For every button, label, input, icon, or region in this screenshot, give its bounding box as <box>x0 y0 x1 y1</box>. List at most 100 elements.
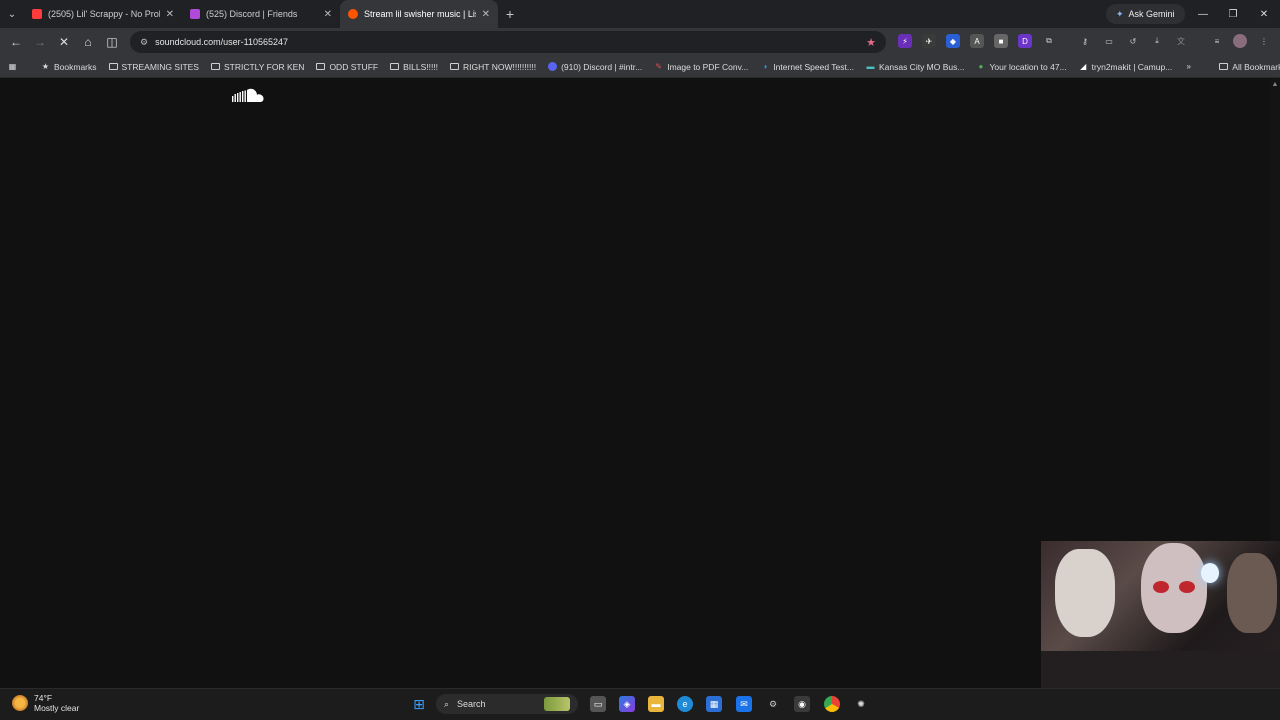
bookmark-folder[interactable]: BILLS!!!!! <box>384 62 444 72</box>
mail-icon[interactable]: ✉ <box>736 696 752 712</box>
microsoft-store-icon[interactable]: ▦ <box>706 696 722 712</box>
site-info-icon[interactable]: ⚙ <box>140 37 148 48</box>
person-figure <box>1227 553 1277 633</box>
bookmark-item[interactable]: ◑ Internet Speed Test... <box>754 62 860 72</box>
pdf-icon: ✎ <box>655 62 663 71</box>
close-tab-icon[interactable]: ✕ <box>324 9 332 20</box>
new-tab-plus-icon[interactable]: + <box>498 6 522 22</box>
bookmark-folder[interactable]: STRICTLY FOR KEN <box>205 62 310 72</box>
bookmark-label: Internet Speed Test... <box>773 61 854 72</box>
close-window-icon[interactable]: ✕ <box>1249 0 1279 28</box>
bookmark-item[interactable]: (910) Discord | #intr... <box>542 62 648 72</box>
extension-icon[interactable]: A <box>970 34 984 48</box>
extension-icon[interactable]: ✈ <box>922 34 936 48</box>
bookmark-item[interactable]: ● Your location to 47... <box>970 62 1072 72</box>
youtube-icon <box>32 9 42 19</box>
bookmark-label: STRICTLY FOR KEN <box>223 61 305 72</box>
bookmark-item[interactable]: ◢ tryn2makit | Camup... <box>1073 62 1179 72</box>
bus-icon: ▬ <box>866 62 875 71</box>
extension-icon[interactable]: ◆ <box>946 34 960 48</box>
taskbar-search-label: Search <box>457 699 486 709</box>
extension-icon[interactable]: D <box>1018 34 1032 48</box>
bookmark-star-icon[interactable]: ★ <box>866 36 876 49</box>
soundcloud-logo-icon <box>232 88 264 102</box>
bookmark-label: Bookmarks <box>54 61 97 72</box>
bookmarks-overflow-chevron-icon[interactable]: » <box>1178 62 1213 71</box>
folder-icon <box>210 63 220 70</box>
soundcloud-favicon-icon <box>348 9 358 19</box>
translate-icon[interactable]: 文 <box>1174 34 1188 48</box>
windows-start-icon[interactable]: ⊞ <box>411 696 427 712</box>
scroll-up-icon[interactable]: ▲ <box>1270 81 1280 88</box>
tab-strip: ⌄ (2505) Lil' Scrappy - No Problem ✕ (52… <box>0 0 1280 28</box>
history-icon[interactable]: ↺ <box>1126 34 1140 48</box>
bookmark-folder[interactable]: ODD STUFF <box>310 62 384 72</box>
extension-icon[interactable]: ⚡ <box>898 34 912 48</box>
discord-icon <box>190 9 200 19</box>
profile-avatar[interactable] <box>1233 34 1247 48</box>
split-view-icon[interactable]: ◫ <box>100 30 124 54</box>
back-arrow-icon[interactable]: ← <box>4 30 28 54</box>
chrome-browser-icon[interactable] <box>824 696 840 712</box>
folder-icon <box>108 63 118 70</box>
weather-widget[interactable]: 74°F Mostly clear <box>12 693 79 713</box>
tab-title: (2505) Lil' Scrappy - No Problem <box>48 9 160 19</box>
bookmark-item[interactable]: ★ Bookmarks <box>35 62 103 72</box>
speedtest-icon: ◑ <box>762 62 768 71</box>
edge-browser-icon[interactable]: e <box>677 696 693 712</box>
folder-icon <box>1219 63 1229 70</box>
taskbar-search-box[interactable]: ⌕ Search <box>436 694 578 714</box>
tab-youtube[interactable]: (2505) Lil' Scrappy - No Problem ✕ <box>24 0 182 28</box>
apps-grid-icon[interactable]: ▦ <box>0 62 35 71</box>
camup-icon: ◢ <box>1080 62 1087 71</box>
restore-icon[interactable]: ❐ <box>1218 0 1248 28</box>
download-icon[interactable]: ⤓ <box>1150 34 1164 48</box>
bookmarks-bar: ▦ ★ Bookmarks STREAMING SITES STRICTLY FO… <box>0 56 1280 78</box>
tab-search-chevron-icon[interactable]: ⌄ <box>0 0 24 28</box>
folder-icon <box>316 63 326 70</box>
bookmark-label: Your location to 47... <box>989 61 1067 72</box>
ask-gemini-button[interactable]: ✦ Ask Gemini <box>1106 4 1185 24</box>
gemini-sparkle-icon: ✦ <box>1116 8 1124 19</box>
address-bar[interactable]: ⚙ soundcloud.com/user-110565247 ★ <box>130 31 886 53</box>
tab-soundcloud[interactable]: Stream lil swisher music | Listen ✕ <box>340 0 498 28</box>
bookmark-label: Kansas City MO Bus... <box>878 61 965 72</box>
windows-taskbar <box>0 688 1280 720</box>
close-tab-icon[interactable]: ✕ <box>166 9 174 20</box>
tab-discord[interactable]: (525) Discord | Friends ✕ <box>182 0 340 28</box>
bookmark-label: All Bookmarks <box>1232 61 1280 72</box>
bookmark-label: ODD STUFF <box>329 61 379 72</box>
folder-icon <box>390 63 400 70</box>
bookmark-folder[interactable]: RIGHT NOW!!!!!!!!!! <box>444 62 542 72</box>
bookmark-folder[interactable]: STREAMING SITES <box>103 62 205 72</box>
reading-list-icon[interactable]: ≡ <box>1210 34 1224 48</box>
bookmark-label: Image to PDF Conv... <box>667 61 749 72</box>
password-key-icon[interactable]: ⚷ <box>1078 34 1092 48</box>
bookmark-item[interactable]: ✎ Image to PDF Conv... <box>648 62 754 72</box>
task-view-icon[interactable]: ▭ <box>590 696 606 712</box>
minimize-icon[interactable]: — <box>1188 0 1218 28</box>
all-bookmarks-folder[interactable]: All Bookmarks <box>1213 62 1280 72</box>
camera-app-icon[interactable]: ◉ <box>794 696 810 712</box>
copilot-m365-icon[interactable]: ◈ <box>619 696 635 712</box>
sugar-skull-mask-figure <box>1141 543 1207 633</box>
file-explorer-icon[interactable]: ▬ <box>648 696 664 712</box>
forward-arrow-icon[interactable]: → <box>28 30 52 54</box>
extension-icon[interactable]: ■ <box>994 34 1008 48</box>
weather-temp: 74°F <box>34 693 53 703</box>
more-menu-icon[interactable]: ⋮ <box>1257 34 1271 48</box>
discord-icon <box>548 62 558 71</box>
home-icon[interactable]: ⌂ <box>76 30 100 54</box>
payment-card-icon[interactable]: ▭ <box>1102 34 1116 48</box>
close-tab-icon[interactable]: ✕ <box>482 9 490 20</box>
puzzle-extensions-icon[interactable]: ⧉ <box>1042 34 1056 48</box>
stop-loading-icon[interactable]: ✕ <box>52 30 76 54</box>
star-icon: ★ <box>41 62 50 71</box>
tab-title: Stream lil swisher music | Listen <box>364 9 476 19</box>
streaming-app-icon[interactable]: ✺ <box>853 696 869 712</box>
settings-gear-icon[interactable]: ⚙ <box>765 696 781 712</box>
ask-gemini-label: Ask Gemini <box>1128 9 1175 19</box>
weather-condition: Mostly clear <box>34 703 80 713</box>
search-highlight-icon <box>544 697 570 711</box>
bookmark-item[interactable]: ▬ Kansas City MO Bus... <box>860 62 971 72</box>
